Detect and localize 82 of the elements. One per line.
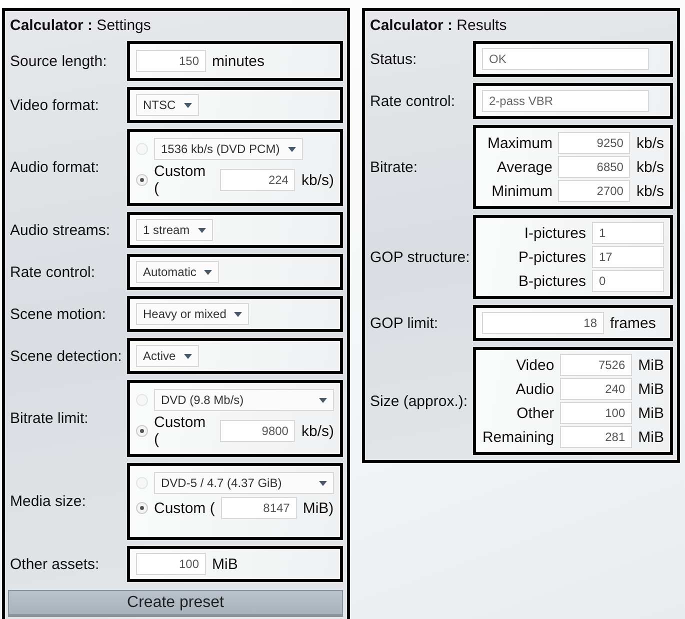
unit-label: MiB (638, 356, 664, 374)
caret-icon (234, 312, 242, 316)
dropdown[interactable]: 1 stream (136, 219, 213, 241)
output-field: 7526 (560, 354, 632, 376)
option-label: Custom ( (154, 163, 207, 197)
unit-label: frames (610, 314, 656, 332)
radio-button[interactable] (136, 425, 148, 437)
unit-label: kb/s (636, 134, 664, 152)
field-label: Source length: (9, 52, 108, 70)
unit-label: MiB (638, 404, 664, 422)
field-label: Video (515, 356, 554, 374)
field-label: Scene detection: (9, 348, 123, 364)
field-label: I-pictures (523, 224, 586, 242)
unit-label: kb/s) (301, 422, 334, 440)
field-label: Other (516, 404, 554, 422)
field-label: Status: (369, 50, 418, 68)
field-label: Minimum (490, 182, 552, 200)
output-field: 9250 (558, 132, 630, 154)
field-label: Bitrate: (369, 158, 419, 176)
caret-icon (288, 146, 296, 152)
option-label: Custom ( (154, 500, 215, 516)
panel-title: Calculator : Results (369, 16, 508, 36)
caret-icon (184, 102, 192, 108)
caret-icon (319, 398, 327, 402)
input-field[interactable]: 18 (482, 312, 604, 334)
field-label: Size (approx.): (369, 392, 469, 410)
dropdown[interactable]: DVD-5 / 4.7 (4.37 GiB) (154, 472, 334, 494)
panel-title: Calculator : Settings (9, 16, 152, 36)
output-field: 17 (592, 246, 664, 268)
dropdown[interactable]: Active (136, 345, 199, 367)
field-label: Bitrate limit: (9, 410, 90, 427)
dropdown[interactable]: NTSC (136, 94, 199, 116)
output-field: 100 (560, 402, 632, 424)
field-label: GOP limit: (369, 314, 440, 332)
caret-icon (198, 228, 206, 232)
field-label: Maximum (487, 134, 552, 152)
field-label: P-pictures (518, 248, 586, 266)
status-field: 2-pass VBR (482, 90, 649, 112)
unit-label: kb/s) (301, 172, 334, 188)
unit-label: minutes (212, 52, 265, 70)
option-label: Custom ( (154, 414, 207, 448)
field-label: Audio format: (9, 159, 100, 176)
unit-label: kb/s (636, 158, 664, 176)
dropdown[interactable]: 1536 kb/s (DVD PCM) (154, 138, 303, 160)
input-field[interactable]: 9800 (220, 420, 296, 442)
field-label: Rate control: (369, 92, 456, 110)
input-field[interactable]: 150 (136, 50, 206, 72)
unit-label: MiB (638, 428, 664, 446)
unit-label: MiB (638, 380, 664, 398)
output-field: 6850 (558, 156, 630, 178)
output-field: 2700 (558, 180, 630, 202)
field-label: Rate control: (9, 264, 96, 280)
input-field[interactable]: 100 (136, 553, 206, 575)
create-preset-button[interactable]: Create preset (8, 590, 343, 617)
field-label: Media size: (9, 493, 87, 510)
field-label: Remaining (482, 428, 554, 446)
field-label: GOP structure: (369, 248, 471, 266)
field-label: Scene motion: (9, 306, 107, 322)
unit-label: MiB) (302, 500, 334, 516)
field-label: Average (496, 158, 552, 176)
field-label: Other assets: (9, 556, 100, 572)
input-field[interactable]: 8147 (220, 497, 297, 519)
dropdown[interactable]: DVD (9.8 Mb/s) (154, 389, 334, 411)
field-label: B-pictures (518, 272, 586, 290)
input-field[interactable]: 224 (220, 169, 296, 191)
field-label: Video format: (9, 96, 100, 114)
dropdown[interactable]: Automatic (136, 261, 220, 283)
radio-button[interactable] (136, 502, 148, 514)
dropdown[interactable]: Heavy or mixed (136, 303, 250, 325)
output-field: 281 (560, 426, 632, 448)
field-label: Audio streams: (9, 222, 112, 238)
output-field: 0 (592, 270, 664, 292)
caret-icon (319, 480, 327, 486)
field-label: Audio (514, 380, 554, 398)
caret-icon (184, 354, 192, 358)
output-field: 240 (560, 378, 632, 400)
status-field: OK (482, 48, 649, 70)
unit-label: kb/s (636, 182, 664, 200)
output-field: 1 (592, 222, 664, 244)
caret-icon (204, 270, 212, 274)
unit-label: MiB (212, 556, 238, 572)
radio-button[interactable] (136, 174, 148, 186)
